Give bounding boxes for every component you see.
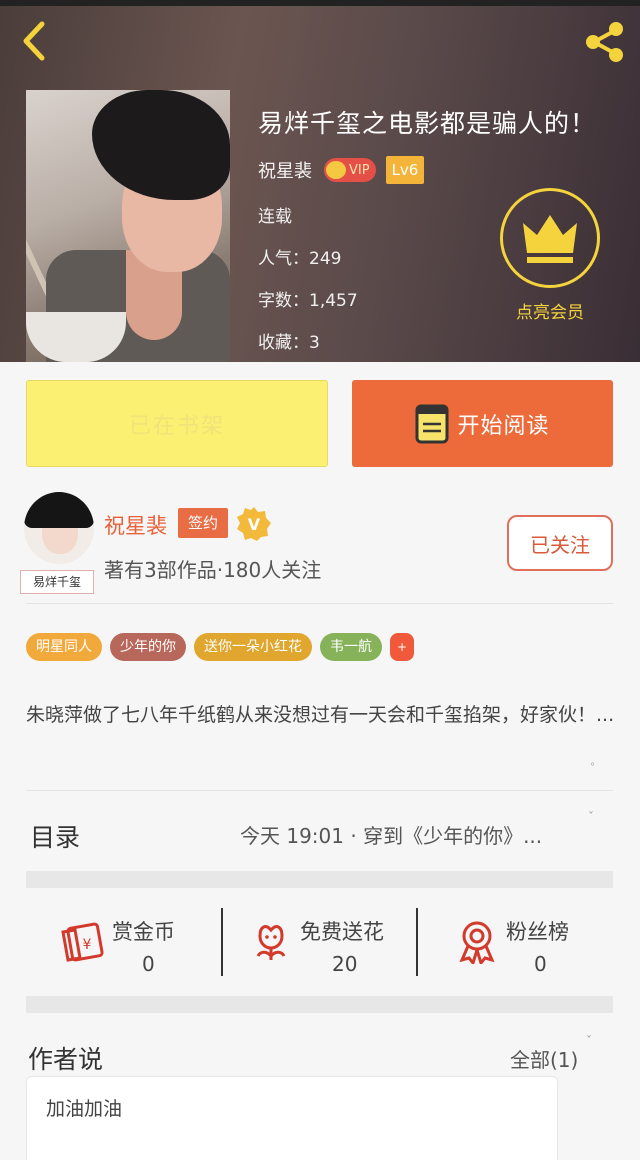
stat-divider <box>221 908 223 976</box>
toc-label[interactable]: 目录 <box>30 818 80 854</box>
author-says-label: 作者说 <box>28 1045 104 1074</box>
svg-text:V: V <box>248 515 261 534</box>
start-reading-label: 开始阅读 <box>457 413 550 439</box>
fans-label: 粉丝榜 <box>506 920 569 944</box>
author-name[interactable]: 祝星裴 <box>258 157 312 183</box>
divider <box>26 603 613 604</box>
vip-badge: VIP <box>324 158 376 182</box>
latest-chapter[interactable]: 今天 19:01 · 穿到《少年的你》... <box>240 820 542 849</box>
back-button[interactable] <box>16 18 56 64</box>
red-envelope-icon: ¥ <box>61 922 104 962</box>
book-icon <box>415 404 449 443</box>
view-all-comments[interactable]: 全部(1) <box>510 1044 578 1073</box>
word-count: 字数：1,457 <box>258 291 358 311</box>
reward-label: 赏金币 <box>112 920 175 944</box>
tag-chip[interactable]: 韦一航 <box>320 633 382 661</box>
crown-icon <box>523 215 577 263</box>
tag-chip[interactable]: 送你一朵小红花 <box>194 633 312 661</box>
flowers-label: 免费送花 <box>300 920 384 944</box>
on-shelf-button[interactable]: 已在书架 <box>26 380 328 467</box>
author-stats: 著有3部作品·180人关注 <box>104 558 322 582</box>
book-header: 易烊千玺之电影都是骗人的！ 祝星裴 VIP Lv6 连载 人气：249 字数：1… <box>0 0 640 362</box>
signed-badge: 签约 <box>178 508 228 538</box>
chevron-down-icon: ˇ <box>586 1034 592 1048</box>
book-title: 易烊千玺之电影都是骗人的！ <box>258 109 597 138</box>
book-summary[interactable]: 朱晓萍做了七八年千纸鹤从来没想过有一天会和千玺掐架，好家伙！... <box>26 700 616 730</box>
author-avatar[interactable] <box>24 492 94 564</box>
share-icon <box>586 22 623 62</box>
svg-text:¥: ¥ <box>83 937 92 953</box>
divider <box>26 790 613 791</box>
start-reading-button[interactable]: 开始阅读 <box>352 380 613 467</box>
member-button[interactable] <box>500 188 600 288</box>
author-name-link[interactable]: 祝星裴 <box>104 510 167 540</box>
on-shelf-label: 已在书架 <box>128 413 225 439</box>
section-separator <box>26 871 613 888</box>
popularity: 人气：249 <box>258 249 342 269</box>
fans-value: 0 <box>534 952 547 976</box>
crown-icon <box>326 161 346 179</box>
follow-button[interactable]: 已关注 <box>507 515 613 571</box>
avatar-tag: 易烊千玺 <box>20 570 94 594</box>
free-flowers[interactable]: 免费送花 20 <box>248 912 408 982</box>
section-separator <box>26 996 613 1013</box>
vip-label: VIP <box>349 162 370 178</box>
author-row: 祝星裴 VIP Lv6 <box>258 156 425 184</box>
book-detail-page: 易烊千玺之电影都是骗人的！ 祝星裴 VIP Lv6 连载 人气：249 字数：1… <box>0 0 640 1160</box>
level-badge: Lv6 <box>385 156 425 184</box>
reward-value: 0 <box>142 952 155 976</box>
flowers-value: 20 <box>332 952 358 976</box>
verified-icon: V <box>237 507 271 541</box>
more-tags-button[interactable]: + <box>390 633 414 661</box>
fans-ranking[interactable]: 粉丝榜 0 <box>454 912 594 982</box>
tag-chip[interactable]: 少年的你 <box>110 633 186 661</box>
book-cover-image[interactable] <box>26 90 230 362</box>
member-label[interactable]: 点亮会员 <box>500 298 600 323</box>
tag-chip[interactable]: 明星同人 <box>26 633 102 661</box>
chevron-left-icon <box>23 21 45 61</box>
favorites-count: 收藏：3 <box>258 333 320 353</box>
medal-icon <box>459 921 495 964</box>
status-bar <box>0 0 640 6</box>
author-comment-text: 加油加油 <box>46 1098 123 1120</box>
flower-icon <box>256 925 286 960</box>
chevron-down-icon: ˇ <box>588 810 594 824</box>
summary-dot: ° <box>590 762 595 773</box>
share-button[interactable] <box>580 18 628 66</box>
stat-divider <box>416 908 418 976</box>
reward-coins[interactable]: ¥ 赏金币 0 <box>60 912 200 982</box>
serial-status: 连载 <box>258 207 292 227</box>
tag-list: 明星同人 少年的你 送你一朵小红花 韦一航 + <box>26 632 414 662</box>
